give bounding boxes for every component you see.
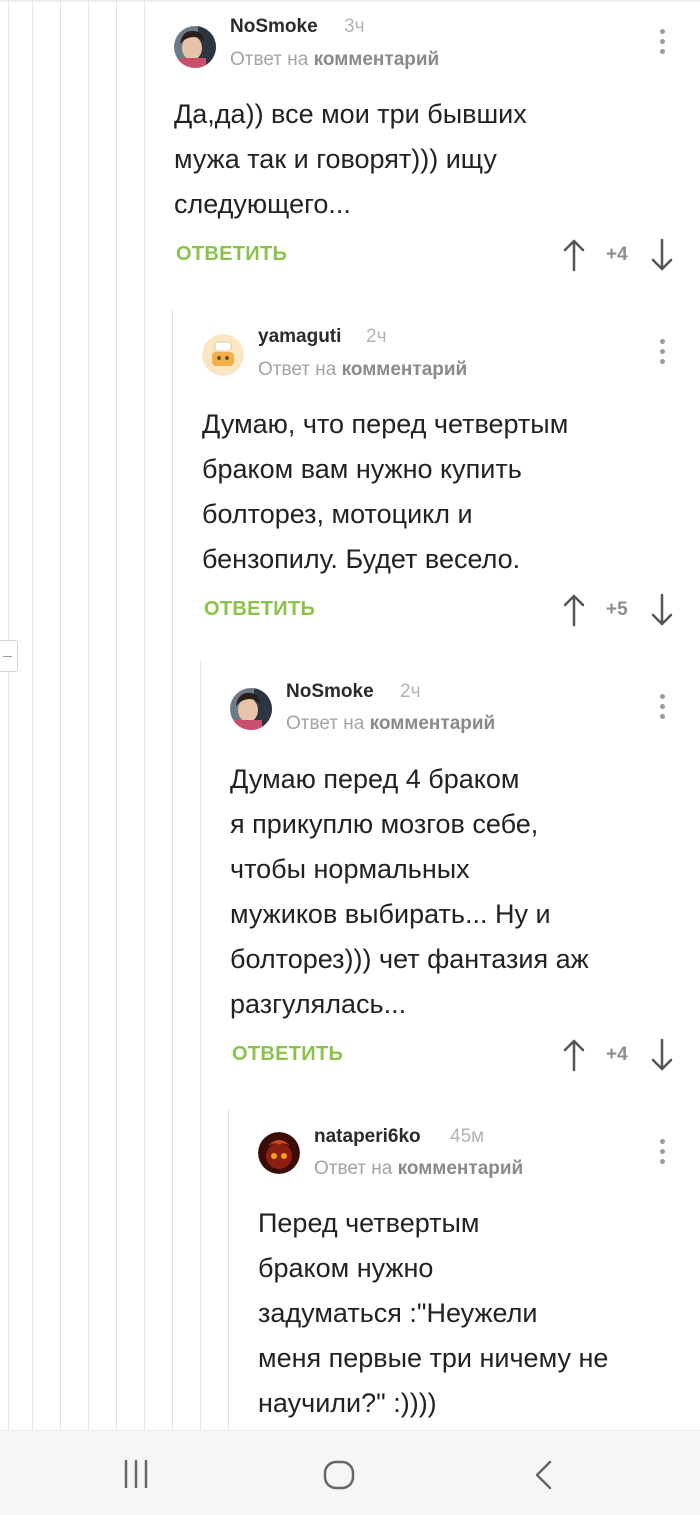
user-avatar[interactable] xyxy=(258,1132,300,1174)
comment-time: 2ч xyxy=(366,326,387,347)
thread-line xyxy=(200,660,201,1430)
reply-to-info: Ответ на комментарий xyxy=(286,713,495,735)
more-options-icon[interactable] xyxy=(654,28,670,58)
thread-line xyxy=(144,0,145,1430)
reply-button[interactable]: ОТВЕТИТЬ xyxy=(232,1043,343,1066)
downvote-icon[interactable] xyxy=(650,593,674,627)
comment-text: Перед четвертым браком нужно задуматься … xyxy=(258,1208,609,1418)
thread-line xyxy=(88,0,89,1430)
reply-to-prefix: Ответ на xyxy=(258,359,337,380)
thread-line xyxy=(172,310,173,1430)
more-options-icon[interactable] xyxy=(654,338,670,368)
comment-text: Да,да)) все мои три бывших мужа так и го… xyxy=(174,99,527,219)
comment-text: Думаю, что перед четвертым браком вам ну… xyxy=(202,409,569,574)
back-icon[interactable] xyxy=(530,1459,558,1491)
reply-to-info: Ответ на комментарий xyxy=(314,1158,523,1180)
comment-author[interactable]: NoSmoke xyxy=(286,681,374,703)
comment: yamaguti 2ч Ответ на комментарий Думаю, … xyxy=(176,310,700,650)
thread-line xyxy=(8,0,9,1430)
upvote-icon[interactable] xyxy=(562,238,586,272)
user-avatar[interactable] xyxy=(230,688,272,730)
comment-author[interactable]: NoSmoke xyxy=(230,16,318,38)
reply-button[interactable]: ОТВЕТИТЬ xyxy=(204,598,315,621)
comment: NoSmoke 2ч Ответ на комментарий Думаю пе… xyxy=(204,665,700,1095)
more-options-icon[interactable] xyxy=(654,693,670,723)
collapse-thread-button[interactable] xyxy=(0,640,18,672)
thread-line xyxy=(116,0,117,1430)
recents-icon[interactable] xyxy=(118,1459,154,1489)
user-avatar[interactable] xyxy=(202,334,244,376)
home-icon[interactable] xyxy=(322,1459,356,1491)
comment: nataperi6ko 45м Ответ на комментарий Пер… xyxy=(232,1110,700,1430)
comment-score: +4 xyxy=(606,244,628,265)
reply-to-prefix: Ответ на xyxy=(230,49,309,70)
comment-author[interactable]: nataperi6ko xyxy=(314,1126,421,1148)
comment-author[interactable]: yamaguti xyxy=(258,326,341,348)
downvote-icon[interactable] xyxy=(650,1038,674,1072)
comment-text: Думаю перед 4 браком я прикуплю мозгов с… xyxy=(230,764,589,1019)
reply-button[interactable]: ОТВЕТИТЬ xyxy=(176,243,287,266)
comment-score: +4 xyxy=(606,1044,628,1065)
reply-to-info: Ответ на комментарий xyxy=(230,49,439,71)
thread-line xyxy=(228,1108,229,1430)
thread-line xyxy=(32,0,33,1430)
reply-to-prefix: Ответ на xyxy=(314,1158,393,1179)
reply-to-link[interactable]: комментарий xyxy=(314,49,440,70)
reply-to-info: Ответ на комментарий xyxy=(258,359,467,381)
comment-time: 45м xyxy=(450,1126,485,1147)
system-navigation-bar xyxy=(0,1430,700,1515)
thread-line xyxy=(60,0,61,1430)
comment-score: +5 xyxy=(606,599,628,620)
comment: NoSmoke 3ч Ответ на комментарий Да,да)) … xyxy=(148,0,700,300)
comment-time: 2ч xyxy=(400,681,421,702)
reply-to-prefix: Ответ на xyxy=(286,713,365,734)
upvote-icon[interactable] xyxy=(562,1038,586,1072)
more-options-icon[interactable] xyxy=(654,1138,670,1168)
downvote-icon[interactable] xyxy=(650,238,674,272)
reply-to-link[interactable]: комментарий xyxy=(370,713,496,734)
comment-time: 3ч xyxy=(344,16,365,37)
user-avatar[interactable] xyxy=(174,26,216,68)
reply-to-link[interactable]: комментарий xyxy=(398,1158,524,1179)
reply-to-link[interactable]: комментарий xyxy=(342,359,468,380)
upvote-icon[interactable] xyxy=(562,593,586,627)
